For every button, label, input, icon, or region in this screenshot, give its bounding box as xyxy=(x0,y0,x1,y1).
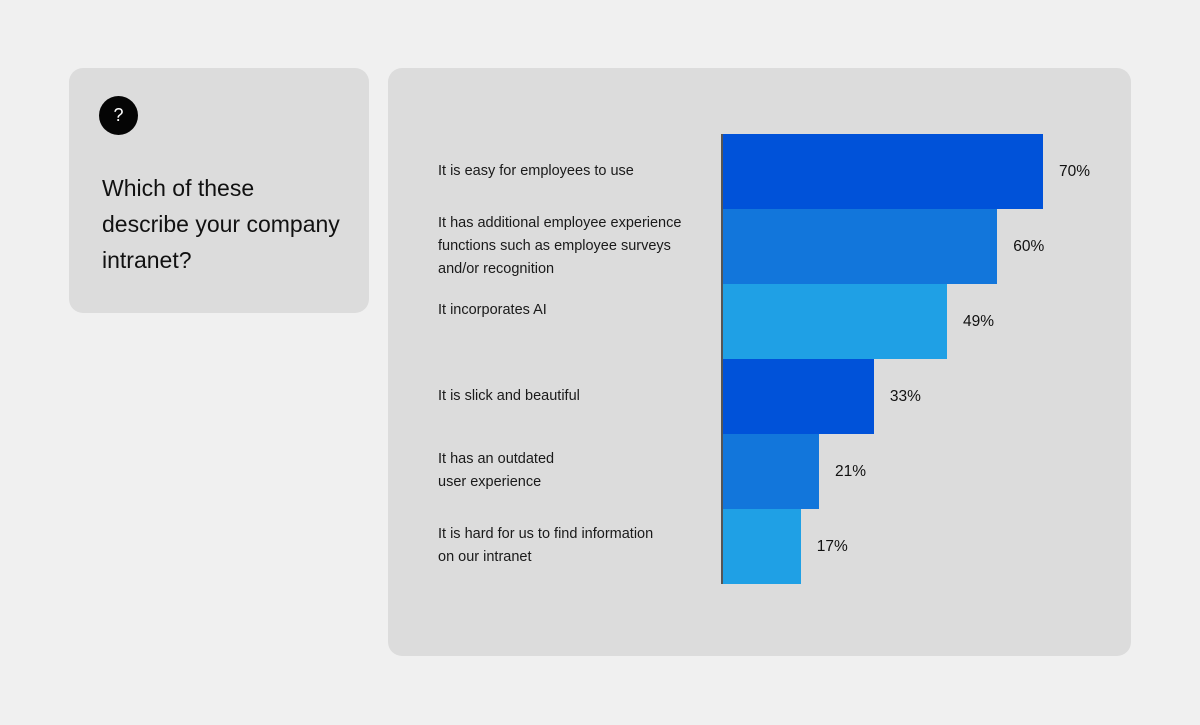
question-mark-glyph: ? xyxy=(113,105,124,125)
data-label: 60% xyxy=(1013,237,1045,255)
bar xyxy=(723,209,998,284)
chart-card: 70% It is easy for employees to use 60% It … xyxy=(388,68,1131,656)
category-label: It is slick and beautiful xyxy=(438,385,708,408)
category-label: It incorporates AI xyxy=(438,299,708,322)
bar xyxy=(723,359,874,434)
category-label-line: It is easy for employees to use xyxy=(438,163,634,179)
data-label: 49% xyxy=(963,312,995,330)
data-label: 70% xyxy=(1059,162,1091,180)
bar xyxy=(723,134,1043,209)
category-label: It has additional employee experience fun… xyxy=(438,212,708,281)
question-text: Which of these describe your company int… xyxy=(102,175,340,273)
category-label: It has an outdated user experience xyxy=(438,448,708,494)
category-label-line: It is slick and beautiful xyxy=(438,388,580,404)
category-label-line: It is hard for us to find information xyxy=(438,526,654,542)
data-label: 21% xyxy=(835,462,867,480)
question-mark-icon: ? xyxy=(99,96,138,135)
question-card: ? Which of these describe your company i… xyxy=(69,68,369,313)
bar xyxy=(723,284,947,359)
bar xyxy=(723,434,819,509)
category-label: It is hard for us to find information on … xyxy=(438,523,708,569)
category-label-line: user experience xyxy=(438,474,542,490)
category-label-line: on our intranet xyxy=(438,549,532,565)
data-label: 33% xyxy=(889,387,921,405)
category-label-line: It incorporates AI xyxy=(438,301,547,318)
data-label: 17% xyxy=(816,537,848,555)
bar xyxy=(723,509,801,584)
category-label-line: It has an outdated xyxy=(438,451,555,467)
category-label-line: functions such as employee surveys xyxy=(438,238,671,254)
category-label-line: It has additional employee experience xyxy=(438,215,682,231)
category-label-line: and/or recognition xyxy=(438,261,555,277)
category-label: It is easy for employees to use xyxy=(438,160,708,183)
